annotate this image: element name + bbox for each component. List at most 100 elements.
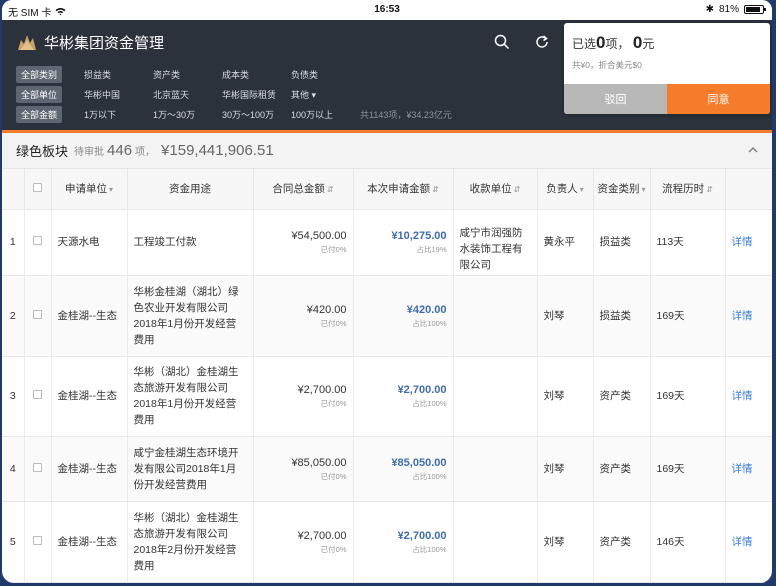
- detail-link[interactable]: 详情: [725, 356, 772, 437]
- header-duration[interactable]: 流程历时 ⇵: [650, 169, 726, 210]
- detail-link[interactable]: 详情: [725, 501, 772, 583]
- pending-label: 待审批: [74, 147, 105, 158]
- row-checkbox-cell[interactable]: [24, 356, 52, 437]
- cell-owner: 刘琴: [537, 275, 594, 357]
- row-checkbox-cell[interactable]: [24, 501, 52, 583]
- table-row[interactable]: 4 金桂湖--生态 咸宁金桂湖生态环境开发有限公司2018年1月份开发经营费用 …: [2, 436, 772, 502]
- section-title: 绿色板块: [16, 144, 69, 159]
- battery-percent: 81%: [718, 4, 739, 15]
- header-select-all[interactable]: [24, 169, 52, 210]
- header-index: [2, 169, 25, 210]
- filter-tag-all-unit[interactable]: 全部单位: [16, 86, 62, 103]
- request-amount: ¥420.00: [406, 303, 447, 316]
- total-amount: ¥2,700.00: [297, 384, 347, 396]
- cell-purpose: 华彬（湖北）金桂湖生态旅游开发有限公司2018年1月份开发经营费用: [127, 356, 254, 437]
- cell-payee: 咸宁市润强防水装饰工程有限公司: [453, 209, 538, 276]
- cell-purpose: 华彬（湖北）金桂湖生态旅游开发有限公司2018年2月份开发经营费用: [127, 501, 254, 583]
- pending-amount: ¥159,441,906.51: [161, 142, 274, 159]
- filter-option[interactable]: 华彬国际租赁: [222, 88, 291, 101]
- row-checkbox-cell[interactable]: [24, 209, 52, 276]
- table-row[interactable]: 1 天源水电 工程竣工付款 ¥54,500.00 已付0% ¥10,275.00 占…: [2, 209, 772, 276]
- total-amount: ¥54,500.00: [291, 230, 347, 242]
- ratio-percent: 占比100%: [412, 544, 447, 554]
- clock: 16:53: [374, 4, 400, 15]
- row-checkbox[interactable]: [33, 309, 42, 319]
- selection-usd-summary: 共¥0，折合美元$0: [572, 60, 642, 70]
- cell-unit: 金桂湖--生态: [51, 436, 128, 502]
- select-all-checkbox[interactable]: [33, 182, 42, 192]
- header-category[interactable]: 资金类别 ▾: [593, 169, 651, 210]
- filter-option[interactable]: 负债类: [291, 68, 360, 81]
- row-checkbox[interactable]: [33, 236, 42, 245]
- cell-payee: [453, 501, 538, 583]
- cell-total: ¥2,700.00 已付0%: [253, 501, 354, 583]
- selected-amount: 0: [632, 33, 643, 52]
- filter-option[interactable]: 1万以下: [84, 108, 153, 121]
- table-row[interactable]: 2 金桂湖--生态 华彬金桂湖（湖北）绿色农业开发有限公司2018年1月份开发经…: [2, 275, 772, 357]
- cell-owner: 刘琴: [537, 356, 594, 437]
- cell-duration: 169天: [650, 436, 726, 502]
- row-checkbox-cell[interactable]: [24, 275, 52, 357]
- filter-option[interactable]: 30万～100万: [222, 108, 291, 121]
- cell-request: ¥420.00 占比100%: [353, 275, 454, 357]
- selection-popup: 已选0项， 0元 共¥0，折合美元$0 驳回 同意: [564, 23, 770, 114]
- cell-request: ¥2,700.00 占比100%: [353, 501, 454, 583]
- detail-link[interactable]: 详情: [725, 209, 772, 276]
- row-checkbox[interactable]: [33, 390, 42, 399]
- filter-option-other-dropdown[interactable]: 其他: [291, 88, 360, 101]
- pending-unit: 项，: [135, 147, 156, 158]
- ratio-percent: 占比19%: [416, 245, 447, 254]
- header-owner[interactable]: 负责人 ▾: [537, 169, 594, 210]
- ratio-percent: 占比100%: [412, 318, 447, 328]
- status-bar: 无 SIM 卡 16:53 ✱ 81%: [2, 0, 772, 20]
- cell-payee: [453, 356, 538, 437]
- filter-option[interactable]: 100万以上: [291, 108, 360, 121]
- cell-unit: 天源水电: [51, 209, 128, 276]
- row-checkbox[interactable]: [33, 535, 42, 545]
- request-amount: ¥10,275.00: [391, 230, 447, 242]
- filter-option[interactable]: 北京蓝天: [153, 88, 222, 101]
- table-header-row: 申请单位 ▾ 资金用途 合同总金额 ⇵ 本次申请金额 ⇵ 收款单位 ⇵ 负责人 ▾ 资金类…: [2, 169, 772, 210]
- search-icon[interactable]: [494, 34, 510, 50]
- request-amount: ¥2,700.00: [397, 384, 447, 396]
- chevron-up-icon[interactable]: [748, 145, 758, 155]
- total-amount: ¥85,050.00: [291, 456, 347, 469]
- header-request[interactable]: 本次申请金额 ⇵: [353, 169, 454, 210]
- header-unit[interactable]: 申请单位 ▾: [51, 169, 128, 210]
- section-header[interactable]: 绿色板块 待审批 446 项， ¥159,441,906.51: [2, 133, 772, 169]
- cell-category: 资产类: [593, 356, 651, 437]
- refresh-icon[interactable]: [534, 34, 550, 50]
- table-row[interactable]: 3 金桂湖--生态 华彬（湖北）金桂湖生态旅游开发有限公司2018年1月份开发经…: [2, 356, 772, 437]
- filter-summary: 共1143项，¥34.23亿元: [360, 110, 452, 120]
- cell-duration: 169天: [650, 356, 726, 437]
- cell-purpose: 华彬金桂湖（湖北）绿色农业开发有限公司2018年1月份开发经营费用: [127, 275, 254, 357]
- request-amount: ¥85,050.00: [391, 456, 447, 469]
- approve-button[interactable]: 同意: [667, 84, 770, 114]
- filter-option[interactable]: 成本类: [222, 68, 291, 81]
- row-checkbox-cell[interactable]: [24, 436, 52, 502]
- cell-total: ¥85,050.00 已付0%: [253, 436, 354, 502]
- cell-category: 资产类: [593, 501, 651, 583]
- detail-link[interactable]: 详情: [725, 436, 772, 502]
- filter-option[interactable]: 损益类: [84, 68, 153, 81]
- table-row[interactable]: 5 金桂湖--生态 华彬（湖北）金桂湖生态旅游开发有限公司2018年2月份开发经…: [2, 501, 772, 583]
- cell-owner: 刘琴: [537, 501, 594, 583]
- detail-link[interactable]: 详情: [725, 275, 772, 357]
- cell-purpose: 咸宁金桂湖生态环境开发有限公司2018年1月份开发经营费用: [127, 436, 254, 502]
- selection-summary: 已选0项， 0元: [564, 23, 770, 53]
- cell-payee: [453, 275, 538, 357]
- filter-tag-all-amount[interactable]: 全部金额: [16, 106, 62, 123]
- row-index: 2: [2, 275, 25, 357]
- filter-option[interactable]: 华彬中国: [84, 88, 153, 101]
- row-checkbox[interactable]: [33, 462, 42, 472]
- paid-percent: 已付0%: [320, 245, 347, 254]
- bluetooth-icon: ✱: [705, 4, 714, 15]
- pending-count: 446: [107, 142, 133, 159]
- header-payee[interactable]: 收款单位 ⇵: [453, 169, 538, 210]
- filter-option[interactable]: 1万～30万: [153, 108, 222, 121]
- filter-option[interactable]: 资产类: [153, 68, 222, 81]
- filter-tag-all-category[interactable]: 全部类别: [16, 66, 62, 83]
- header-total[interactable]: 合同总金额 ⇵: [253, 169, 354, 210]
- reject-button[interactable]: 驳回: [564, 84, 667, 114]
- row-index: 5: [2, 501, 25, 583]
